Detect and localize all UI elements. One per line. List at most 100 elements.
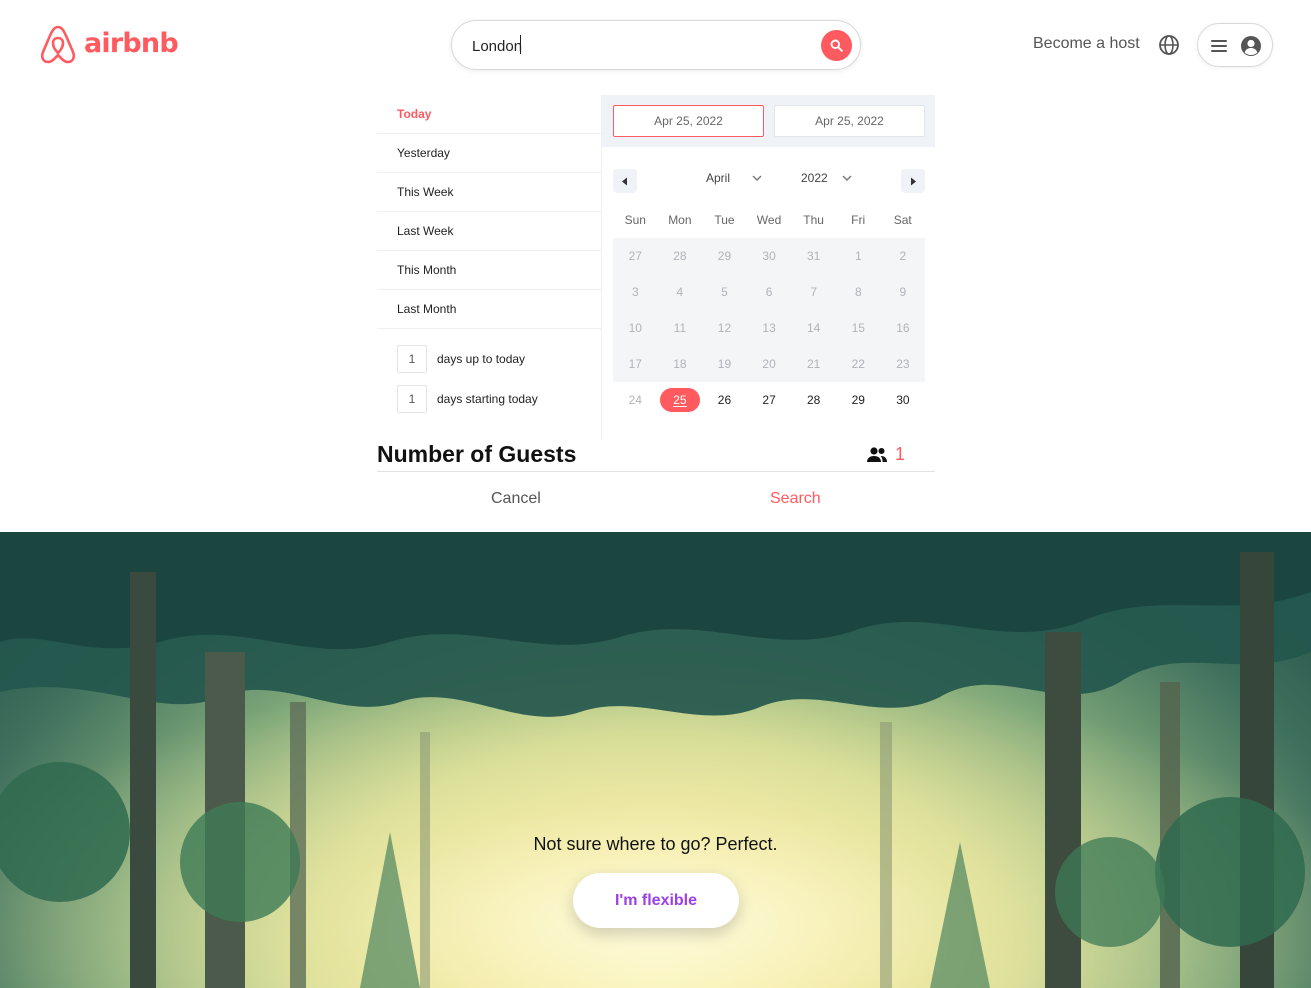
calendar-day[interactable]: 30: [881, 382, 926, 418]
im-flexible-button[interactable]: I'm flexible: [573, 873, 739, 928]
calendar-day[interactable]: 23: [880, 346, 926, 382]
static-ranges: Today Yesterday This Week Last Week This…: [377, 95, 602, 440]
calendar-day[interactable]: 18: [657, 346, 703, 382]
input-range-up-to-today: 1 days up to today: [377, 339, 601, 379]
calendar-day[interactable]: 27: [747, 382, 792, 418]
calendar-day[interactable]: 17: [613, 346, 658, 382]
calendar-day[interactable]: 13: [746, 310, 792, 346]
calendar-day[interactable]: 31: [791, 238, 836, 274]
become-a-host-link[interactable]: Become a host: [1033, 35, 1140, 53]
location-search-input[interactable]: [472, 34, 812, 58]
calendar-day-number: 9: [899, 285, 907, 299]
calendar-day[interactable]: 16: [880, 310, 926, 346]
month-select[interactable]: April: [706, 171, 762, 185]
calendar-day-number: 28: [673, 249, 687, 263]
preset-this-week[interactable]: This Week: [377, 173, 601, 212]
year-select[interactable]: 2022: [801, 171, 852, 185]
calendar-day[interactable]: 28: [657, 238, 703, 274]
user-menu-button[interactable]: [1197, 23, 1273, 67]
calendar-day-number: 10: [628, 321, 642, 335]
preset-last-week[interactable]: Last Week: [377, 212, 601, 251]
hamburger-menu-icon: [1211, 40, 1227, 52]
calendar-day[interactable]: 2: [880, 238, 926, 274]
airbnb-logo[interactable]: airbnb: [38, 24, 179, 66]
preset-this-month[interactable]: This Month: [377, 251, 601, 290]
weekday-header: Sun Mon Tue Wed Thu Fri Sat: [613, 213, 925, 233]
weekday-label: Fri: [851, 213, 866, 227]
calendar-day[interactable]: 24: [613, 382, 658, 418]
calendar-day-number: 17: [628, 357, 642, 371]
days-up-to-today-input[interactable]: 1: [397, 345, 427, 373]
month-navigation: April 2022: [613, 169, 925, 193]
calendar-day[interactable]: 9: [880, 274, 926, 310]
calendar-day[interactable]: 27: [613, 238, 658, 274]
calendar-day-number: 27: [762, 393, 776, 407]
calendar-day-number: 7: [810, 285, 818, 299]
search-submit-button[interactable]: [821, 30, 852, 61]
search-icon: [830, 39, 843, 52]
calendar-day[interactable]: 29: [836, 382, 881, 418]
weekday-label: Mon: [668, 213, 692, 227]
calendar-day[interactable]: 26: [702, 382, 747, 418]
calendar-day-number: 25: [659, 388, 700, 412]
top-header: airbnb Become a host: [0, 0, 1311, 90]
guests-heading: Number of Guests: [377, 441, 577, 467]
calendar-day-number: 21: [807, 357, 821, 371]
calendar-day-number: 18: [673, 357, 687, 371]
calendar-day[interactable]: 11: [657, 310, 703, 346]
caret-left-icon: [622, 177, 627, 185]
calendar-day[interactable]: 21: [791, 346, 836, 382]
weekday-label: Wed: [756, 213, 782, 227]
next-month-button[interactable]: [901, 169, 925, 193]
days-starting-today-input[interactable]: 1: [397, 385, 427, 413]
caret-right-icon: [911, 177, 916, 185]
guest-count[interactable]: 1: [895, 444, 905, 465]
calendar-day-number: 19: [717, 357, 732, 371]
calendar-day-number: 2: [899, 249, 907, 263]
calendar-day-selected[interactable]: 25: [658, 382, 703, 418]
weekday-label: Sun: [624, 213, 646, 227]
prev-month-button[interactable]: [613, 169, 637, 193]
calendar-day[interactable]: 8: [836, 274, 881, 310]
calendar-day-number: 29: [717, 249, 732, 263]
calendar-day[interactable]: 29: [702, 238, 747, 274]
calendar-day-number: 27: [628, 249, 642, 263]
calendar-day-number: 23: [896, 357, 910, 371]
chevron-down-icon: [752, 175, 762, 181]
search-button[interactable]: Search: [770, 490, 821, 508]
calendar-day-number: 4: [676, 285, 684, 299]
calendar-day[interactable]: 22: [836, 346, 881, 382]
calendar-day[interactable]: 1: [836, 238, 881, 274]
calendar-day-number: 20: [762, 357, 776, 371]
start-date-input[interactable]: Apr 25, 2022: [613, 105, 764, 137]
calendar-day-number: 24: [628, 393, 642, 407]
cancel-button[interactable]: Cancel: [491, 490, 541, 508]
calendar-day-number: 26: [717, 393, 732, 407]
calendar-day[interactable]: 12: [702, 310, 747, 346]
globe-icon[interactable]: [1158, 34, 1180, 56]
calendar-days-grid: 27 28 29 30 31 1 2 3 4 5 6 7 8 9 10 11 12 13 14 15 16 17 18 19 2…: [613, 238, 926, 418]
weekday-label: Tue: [714, 213, 735, 227]
calendar-day[interactable]: 14: [791, 310, 836, 346]
calendar-day[interactable]: 7: [791, 274, 836, 310]
calendar-day[interactable]: 28: [791, 382, 836, 418]
preset-last-month[interactable]: Last Month: [377, 290, 601, 329]
month-select-value: April: [706, 171, 731, 185]
calendar-day[interactable]: 15: [836, 310, 881, 346]
calendar-day[interactable]: 10: [613, 310, 658, 346]
calendar-day-number: 14: [807, 321, 821, 335]
year-select-value: 2022: [801, 171, 828, 185]
calendar-day[interactable]: 4: [657, 274, 703, 310]
preset-yesterday[interactable]: Yesterday: [377, 134, 601, 173]
end-date-input[interactable]: Apr 25, 2022: [774, 105, 925, 137]
calendar-day[interactable]: 30: [746, 238, 792, 274]
calendar-day[interactable]: 19: [702, 346, 747, 382]
calendar-day-number: 29: [851, 393, 865, 407]
preset-today[interactable]: Today: [377, 95, 601, 134]
calendar-pane: Apr 25, 2022 Apr 25, 2022 April 2022 Sun…: [602, 95, 935, 440]
calendar-day[interactable]: 20: [746, 346, 792, 382]
calendar-day[interactable]: 3: [613, 274, 658, 310]
calendar-day-number: 13: [762, 321, 776, 335]
calendar-day[interactable]: 6: [746, 274, 792, 310]
calendar-day[interactable]: 5: [702, 274, 747, 310]
